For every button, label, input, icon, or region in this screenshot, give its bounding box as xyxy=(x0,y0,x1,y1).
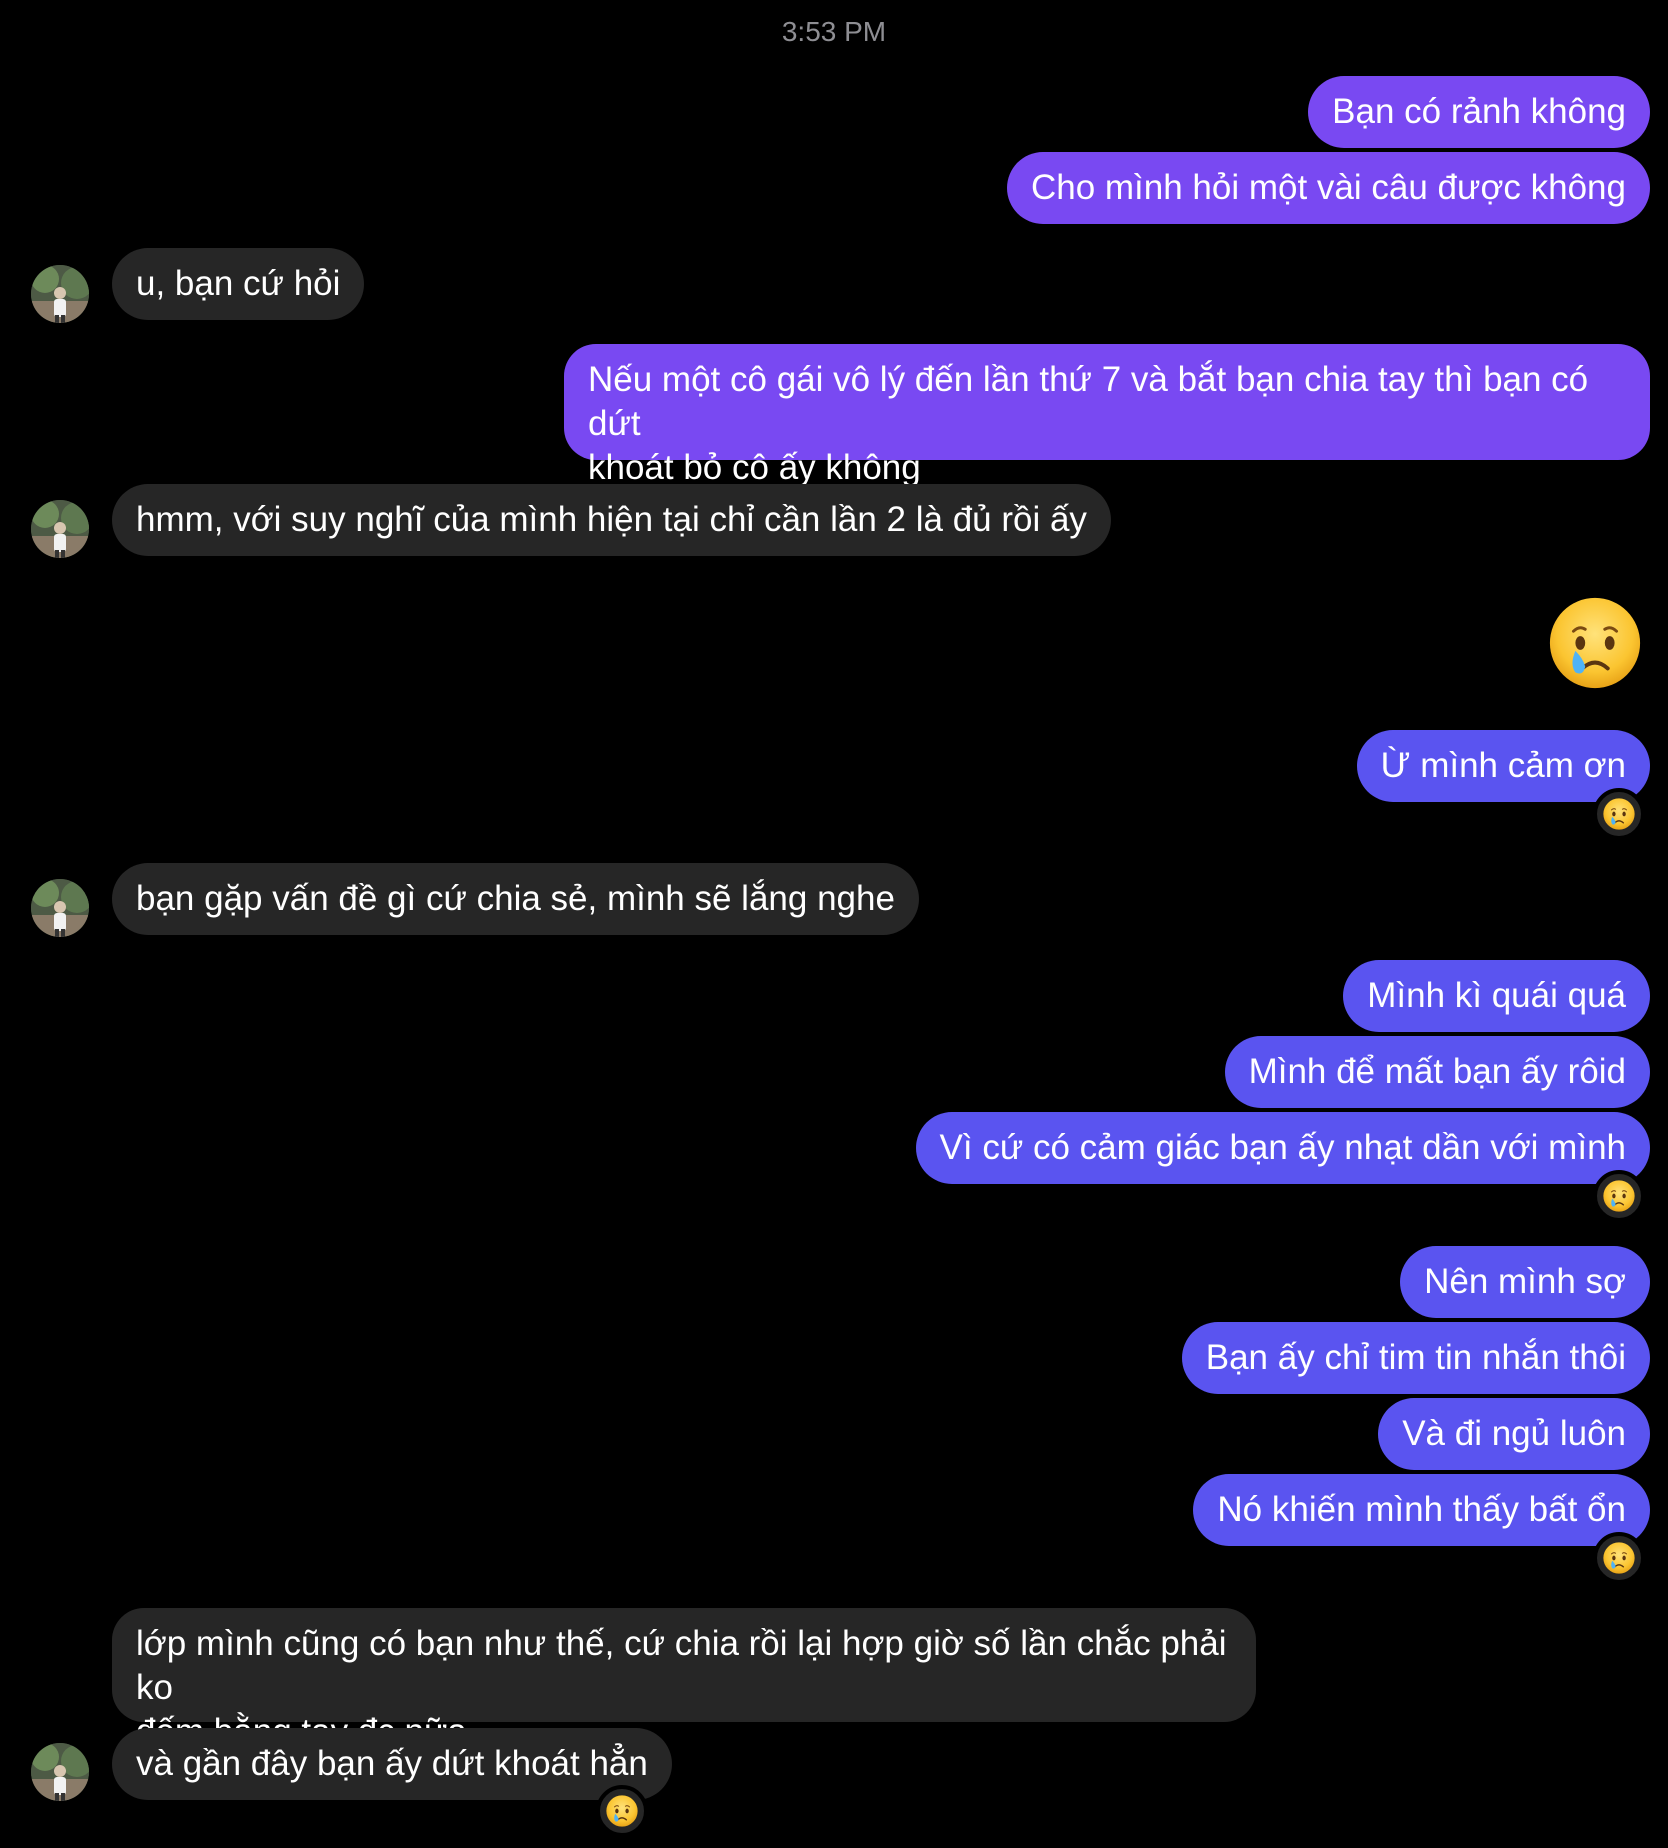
contact-avatar[interactable] xyxy=(31,879,89,937)
crying-reaction-icon[interactable] xyxy=(1593,788,1645,840)
message-text: Mình để mất bạn ấy rôid xyxy=(1248,1052,1626,1091)
message-text: Mình kì quái quá xyxy=(1367,976,1626,1015)
crying-reaction-icon[interactable] xyxy=(1593,1170,1645,1222)
message-text: Ừ mình cảm ơn xyxy=(1380,746,1626,785)
message-text: Cho mình hỏi một vài câu được không xyxy=(1030,168,1626,207)
outgoing-message[interactable]: Nó khiến mình thấy bất ổn xyxy=(1193,1474,1650,1546)
outgoing-message[interactable]: Vì cứ có cảm giác bạn ấy nhạt dần với mì… xyxy=(915,1112,1650,1184)
message-text: Nó khiến mình thấy bất ổn xyxy=(1217,1490,1626,1529)
incoming-message[interactable]: bạn gặp vấn đề gì cứ chia sẻ, mình sẽ lắ… xyxy=(112,863,919,935)
contact-avatar[interactable] xyxy=(31,500,89,558)
message-text: Bạn ấy chỉ tim tin nhắn thôi xyxy=(1205,1338,1626,1377)
crying-face-icon[interactable] xyxy=(1546,594,1644,692)
incoming-message[interactable]: và gần đây bạn ấy dứt khoát hẳn xyxy=(112,1728,672,1800)
incoming-message[interactable]: lớp mình cũng có bạn như thế, cứ chia rồ… xyxy=(112,1608,1256,1751)
outgoing-message[interactable]: Nên mình sợ xyxy=(1400,1246,1650,1318)
outgoing-message[interactable]: Và đi ngủ luôn xyxy=(1378,1398,1650,1470)
outgoing-message[interactable]: Mình kì quái quá xyxy=(1343,960,1650,1032)
outgoing-message[interactable]: Bạn có rảnh không xyxy=(1308,76,1650,148)
contact-avatar[interactable] xyxy=(31,1743,89,1801)
message-text: Vì cứ có cảm giác bạn ấy nhạt dần với mì… xyxy=(939,1128,1626,1167)
message-text: Bạn có rảnh không xyxy=(1332,92,1626,131)
message-text-line1: Nếu một cô gái vô lý đến lần thứ 7 và bắ… xyxy=(588,360,1589,443)
outgoing-message[interactable]: Bạn ấy chỉ tim tin nhắn thôi xyxy=(1181,1322,1650,1394)
message-text: Và đi ngủ luôn xyxy=(1402,1414,1626,1453)
message-text: hmm, với suy nghĩ của mình hiện tại chỉ … xyxy=(136,500,1087,539)
message-text: và gần đây bạn ấy dứt khoát hẳn xyxy=(136,1744,648,1783)
message-text: Nên mình sợ xyxy=(1424,1262,1626,1301)
outgoing-message[interactable]: Mình để mất bạn ấy rôid xyxy=(1224,1036,1650,1108)
incoming-message[interactable]: hmm, với suy nghĩ của mình hiện tại chỉ … xyxy=(112,484,1111,556)
outgoing-message[interactable]: Cho mình hỏi một vài câu được không xyxy=(1006,152,1650,224)
incoming-message[interactable]: u, bạn cứ hỏi xyxy=(112,248,365,320)
timestamp: 3:53 PM xyxy=(781,16,887,47)
crying-reaction-icon[interactable] xyxy=(596,1785,648,1837)
crying-reaction-icon[interactable] xyxy=(1593,1532,1645,1584)
outgoing-message[interactable]: Nếu một cô gái vô lý đến lần thứ 7 và bắ… xyxy=(564,344,1650,487)
message-text: u, bạn cứ hỏi xyxy=(136,264,341,303)
message-text: bạn gặp vấn đề gì cứ chia sẻ, mình sẽ lắ… xyxy=(136,879,895,918)
contact-avatar[interactable] xyxy=(31,265,89,323)
message-text-line1: lớp mình cũng có bạn như thế, cứ chia rồ… xyxy=(136,1624,1227,1707)
